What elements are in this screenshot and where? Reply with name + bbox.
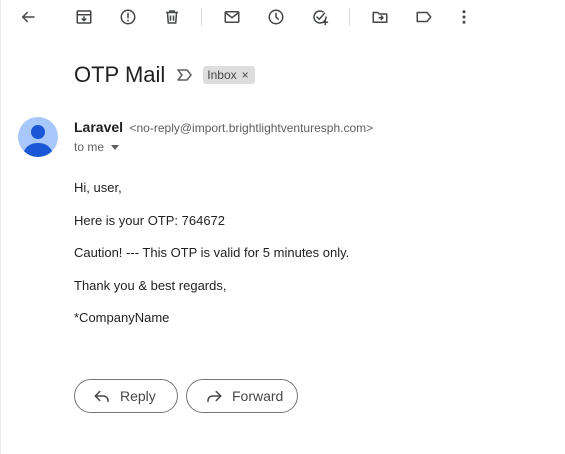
sender-avatar[interactable] (18, 117, 58, 157)
inbox-label-chip[interactable]: Inbox × (203, 66, 255, 84)
add-task-icon[interactable] (308, 5, 332, 29)
importance-marker-icon[interactable] (177, 68, 193, 82)
sender-line: Laravel <no-reply@import.brightlightvent… (74, 119, 373, 137)
body-caution: Caution! --- This OTP is valid for 5 min… (74, 245, 350, 260)
back-arrow-icon[interactable] (16, 5, 40, 29)
body-greeting: Hi, user, (74, 180, 122, 195)
snooze-icon[interactable] (264, 5, 288, 29)
remove-label-icon[interactable]: × (242, 68, 249, 82)
reply-label: Reply (120, 388, 156, 404)
mark-unread-icon[interactable] (220, 5, 244, 29)
chevron-down-icon (111, 144, 120, 150)
move-to-icon[interactable] (368, 5, 392, 29)
body-closing: Thank you & best regards, (74, 278, 227, 293)
label-icon[interactable] (412, 5, 436, 29)
toolbar-separator (349, 8, 350, 26)
forward-button[interactable]: Forward (186, 379, 298, 413)
toolbar-separator (201, 8, 202, 26)
reply-button[interactable]: Reply (74, 379, 178, 413)
delete-icon[interactable] (160, 5, 184, 29)
forward-label: Forward (232, 388, 284, 404)
body-otp-line: Here is your OTP: 764672 (74, 213, 226, 228)
reply-icon (94, 390, 109, 402)
email-subject: OTP Mail (74, 62, 166, 87)
recipient-label: to me (74, 140, 105, 154)
report-spam-icon[interactable] (116, 5, 140, 29)
forward-icon (207, 390, 222, 402)
inbox-label-text: Inbox (207, 68, 237, 82)
subject-row: OTP Mail Inbox × (74, 61, 255, 89)
sender-email: <no-reply@import.brightlightventuresph.c… (129, 121, 374, 135)
left-divider (0, 0, 1, 454)
archive-icon[interactable] (72, 5, 96, 29)
sender-name[interactable]: Laravel (74, 119, 123, 135)
more-options-icon[interactable] (452, 5, 476, 29)
recipient-dropdown[interactable]: to me (74, 140, 120, 154)
toolbar (0, 0, 565, 34)
body-signature: *CompanyName (74, 310, 170, 325)
